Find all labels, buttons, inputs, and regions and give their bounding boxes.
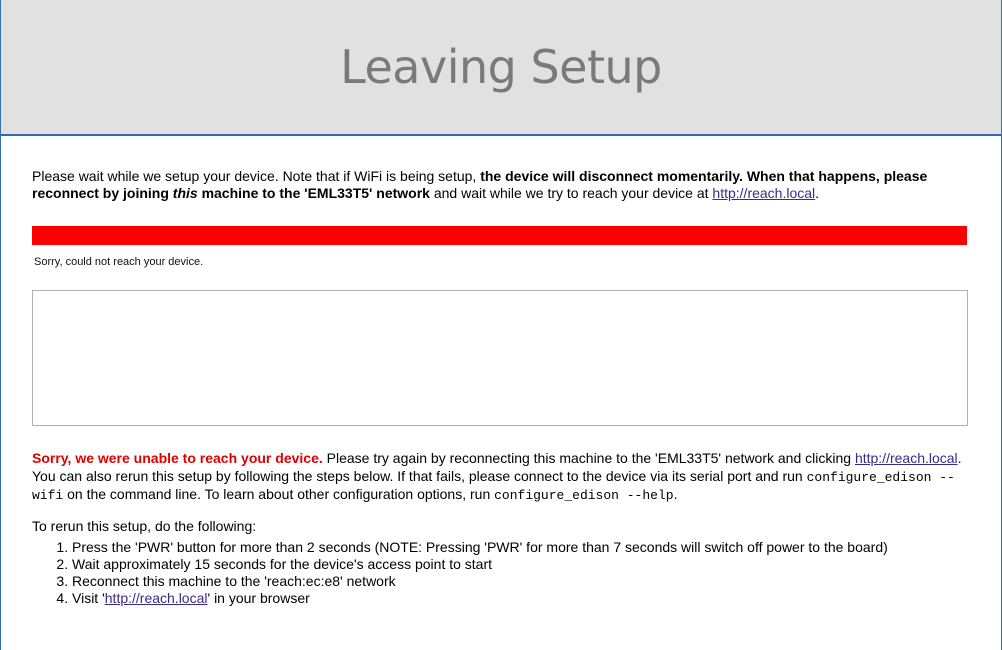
error-text-4: . <box>673 486 678 502</box>
rerun-step: Reconnect this machine to the 'reach:ec:… <box>72 573 972 590</box>
intro-paragraph: Please wait while we setup your device. … <box>32 168 968 202</box>
intro-text: Please wait while we setup your device. … <box>32 168 481 184</box>
rerun-step: Press the 'PWR' button for more than 2 s… <box>72 539 972 556</box>
step4-post: ' in your browser <box>207 590 310 606</box>
intro-wait-text: and wait while we try to reach your devi… <box>429 185 713 201</box>
help-command: configure_edison --help <box>494 488 674 503</box>
error-text-1: Please try again by reconnecting this ma… <box>322 450 855 466</box>
rerun-steps-list: Press the 'PWR' button for more than 2 s… <box>32 539 972 607</box>
rerun-step: Wait approximately 15 seconds for the de… <box>72 556 972 573</box>
page-frame: Leaving Setup Please wait while we setup… <box>0 0 1002 650</box>
step4-reach-local-link[interactable]: http://reach.local <box>105 590 208 606</box>
error-text-3: on the command line. To learn about othe… <box>63 486 495 502</box>
error-paragraph: Sorry, we were unable to reach your devi… <box>32 450 968 505</box>
page-title: Leaving Setup <box>340 40 662 94</box>
page-header: Leaving Setup <box>1 0 1001 136</box>
intro-end-text: . <box>815 185 820 201</box>
status-message: Sorry, could not reach your device. <box>34 256 204 268</box>
error-reach-local-link[interactable]: http://reach.local <box>855 450 958 466</box>
progress-bar <box>32 226 967 245</box>
progress-bar-fill <box>32 226 967 245</box>
reach-local-link[interactable]: http://reach.local <box>712 185 815 201</box>
error-heading: Sorry, we were unable to reach your devi… <box>32 450 323 466</box>
step4-pre: Visit ' <box>72 590 105 606</box>
rerun-heading: To rerun this setup, do the following: <box>32 518 257 534</box>
intro-bold-italic: this <box>172 185 198 201</box>
intro-network-text: machine to the 'EML33T5' network <box>197 185 430 201</box>
rerun-step-visit: Visit 'http://reach.local' in your brows… <box>72 590 972 607</box>
log-output[interactable] <box>32 290 968 426</box>
